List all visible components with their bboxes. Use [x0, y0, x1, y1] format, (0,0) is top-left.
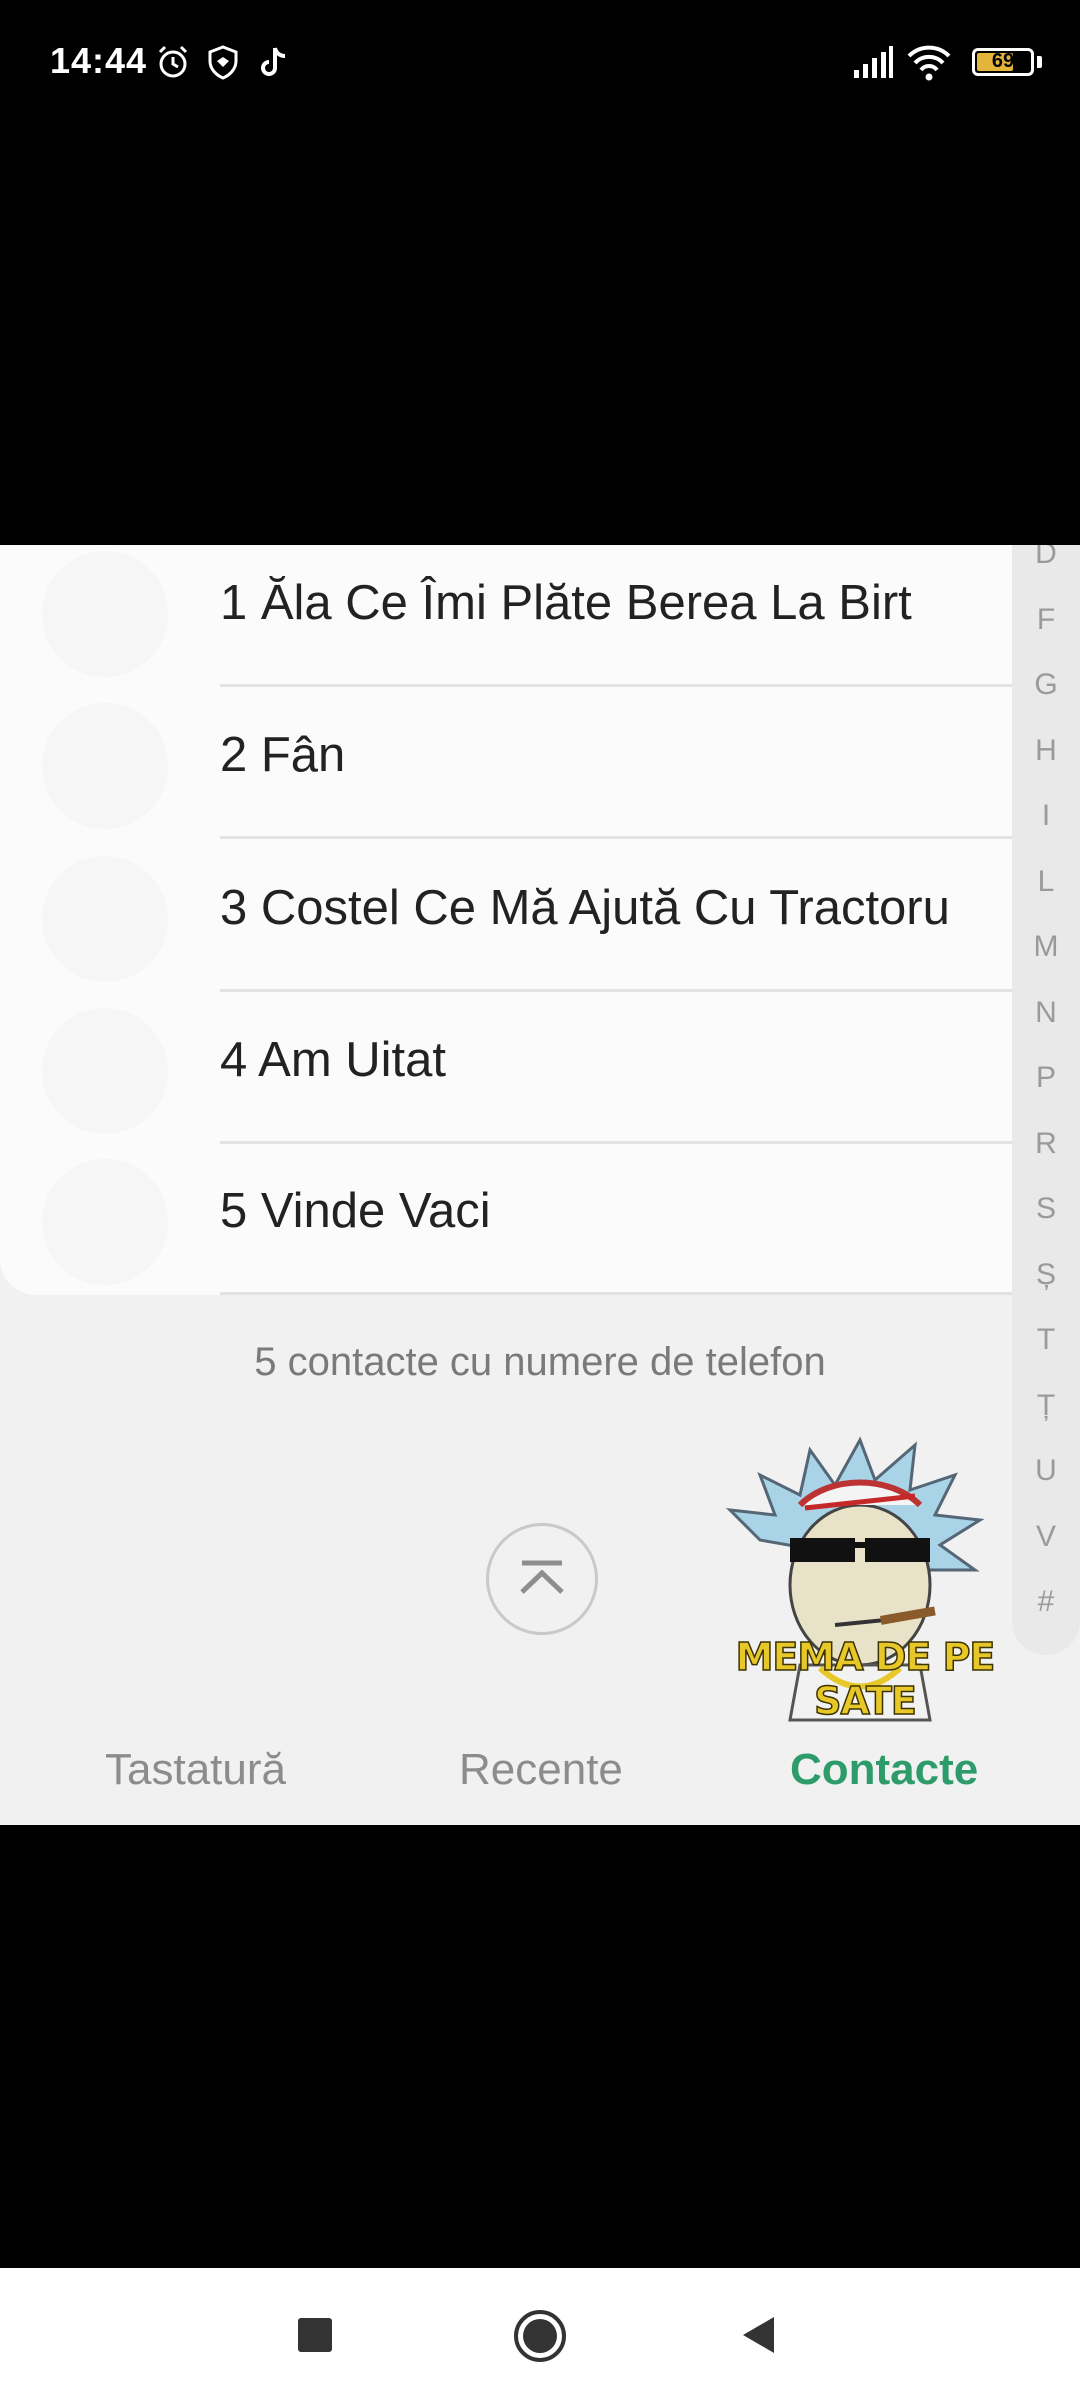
list-item[interactable]: 2 Fân [0, 687, 1012, 839]
index-letter[interactable]: Ș [1012, 1258, 1080, 1292]
index-letter[interactable]: # [1012, 1585, 1080, 1619]
recents-button[interactable] [297, 2317, 333, 2353]
index-letter[interactable]: P [1012, 1061, 1080, 1095]
alarm-icon [158, 45, 188, 78]
avatar [42, 1008, 168, 1134]
divider [220, 836, 1012, 839]
scroll-to-top-button[interactable] [486, 1523, 598, 1635]
bottom-tabs: Tastatură Recente Contacte [0, 1745, 1080, 1825]
contact-name: 3 Costel Ce Mă Ajută Cu Tractoru [220, 881, 950, 935]
contacts-screen: 1 Ăla Ce Îmi Plăte Berea La Birt 2 Fân 3… [0, 545, 1080, 1825]
status-bar: 14:44 69 [0, 0, 1080, 130]
index-letter[interactable]: M [1012, 930, 1080, 964]
list-item[interactable]: 3 Costel Ce Mă Ajută Cu Tractoru [0, 840, 1012, 992]
signal-icon [854, 46, 893, 78]
contact-list: 1 Ăla Ce Îmi Plăte Berea La Birt 2 Fân 3… [0, 545, 1012, 1295]
avatar [42, 856, 168, 982]
battery-percent: 69 [991, 50, 1015, 72]
contact-name: 5 Vinde Vaci [220, 1184, 491, 1238]
battery-tip [1037, 56, 1042, 68]
index-letter[interactable]: R [1012, 1127, 1080, 1161]
contact-name: 1 Ăla Ce Îmi Plăte Berea La Birt [220, 576, 912, 630]
index-letter[interactable]: G [1012, 668, 1080, 702]
tab-recente[interactable]: Recente [459, 1745, 623, 1795]
contact-name: 2 Fân [220, 728, 346, 782]
index-letter[interactable]: U [1012, 1454, 1080, 1488]
avatar [42, 1159, 168, 1285]
index-letter[interactable]: D [1012, 545, 1080, 571]
list-item[interactable]: 1 Ăla Ce Îmi Plăte Berea La Birt [0, 545, 1012, 687]
navigation-bar [0, 2268, 1080, 2400]
index-letter[interactable]: H [1012, 734, 1080, 768]
back-button[interactable] [740, 2315, 778, 2355]
status-time: 14:44 [50, 40, 148, 81]
index-letter[interactable]: V [1012, 1520, 1080, 1554]
index-letter[interactable]: N [1012, 996, 1080, 1030]
index-letter[interactable]: L [1012, 865, 1080, 899]
list-item[interactable]: 5 Vinde Vaci [0, 1143, 1012, 1295]
tiktok-icon [261, 47, 286, 76]
contact-count: 5 contacte cu numere de telefon [254, 1340, 826, 1384]
contact-name: 4 Am Uitat [220, 1033, 447, 1087]
avatar [42, 551, 168, 677]
wifi-icon [907, 45, 951, 81]
index-letter[interactable]: F [1012, 603, 1080, 637]
index-letter[interactable]: Ț [1012, 1389, 1080, 1423]
shield-icon [208, 45, 238, 80]
tab-contacte[interactable]: Contacte [790, 1745, 978, 1795]
tab-tastatura[interactable]: Tastatură [105, 1745, 286, 1795]
watermark-text: MEMA DE PE SATE [735, 1634, 996, 1724]
battery-icon: 69 [972, 48, 1034, 76]
alphabet-index[interactable]: D F G H I L M N P R S Ș T Ț U V # [1012, 545, 1080, 1655]
index-letter[interactable]: S [1012, 1192, 1080, 1226]
divider [220, 1292, 1012, 1295]
index-letter[interactable]: I [1012, 799, 1080, 833]
home-button[interactable] [512, 2308, 568, 2364]
list-item[interactable]: 4 Am Uitat [0, 992, 1012, 1144]
scroll-up-icon [520, 1560, 564, 1594]
avatar [42, 703, 168, 829]
